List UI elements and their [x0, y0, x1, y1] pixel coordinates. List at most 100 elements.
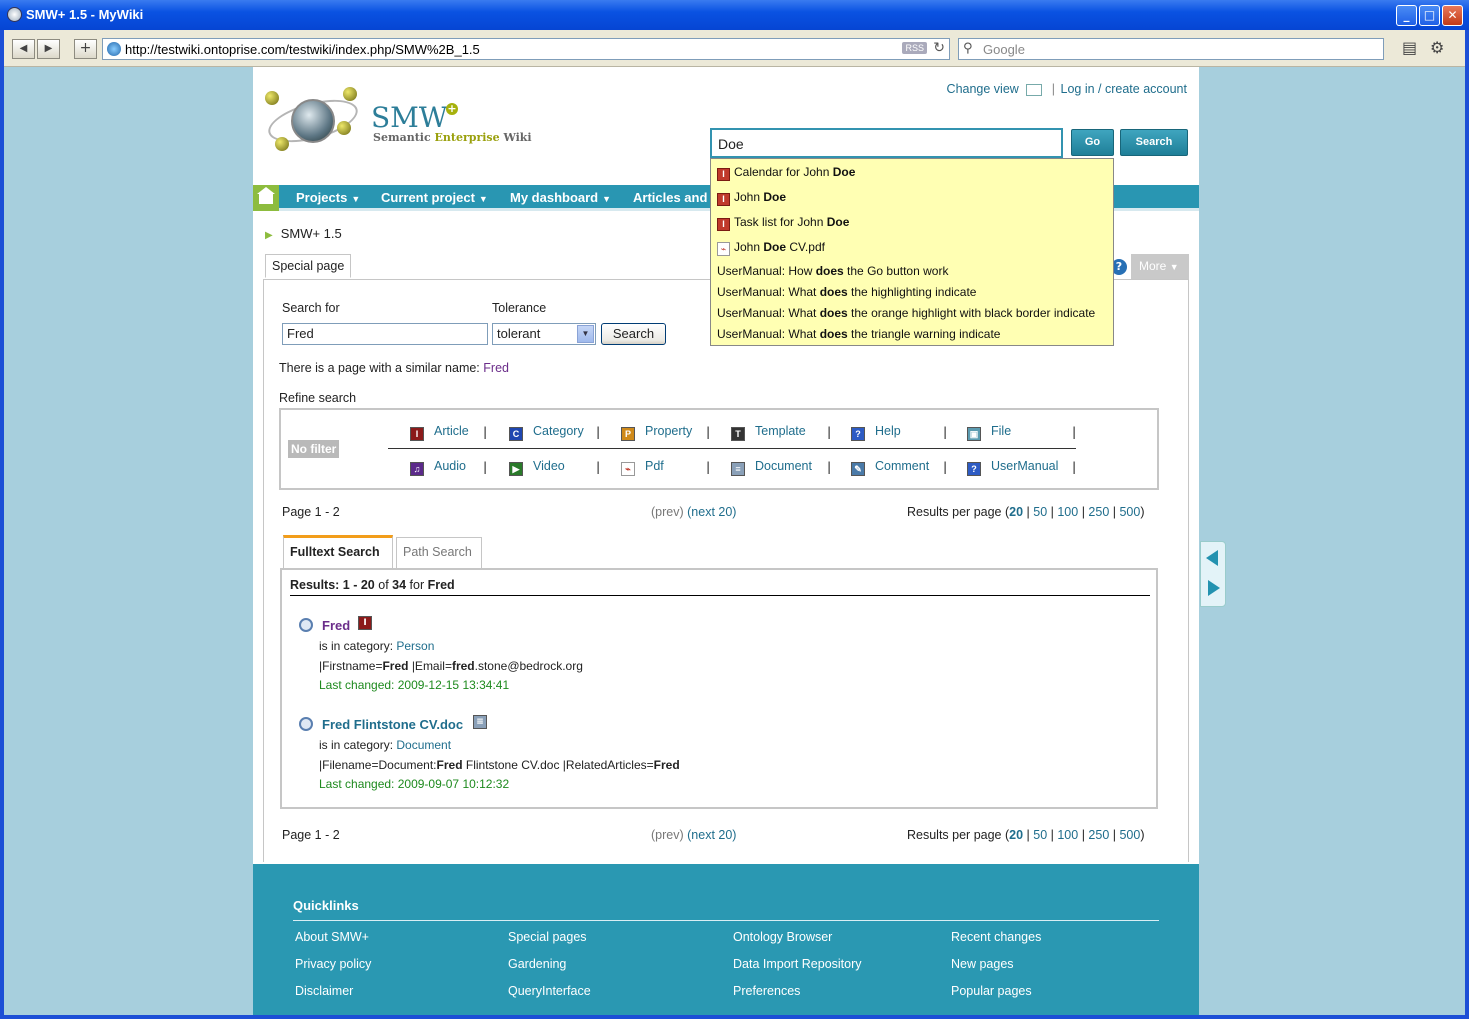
- filter-template[interactable]: T Template: [731, 424, 806, 441]
- result-title[interactable]: Fred: [322, 618, 350, 633]
- browser-search-field[interactable]: ⚲ Google: [958, 38, 1384, 60]
- ac-match: does: [819, 327, 848, 341]
- filter-video[interactable]: ▶ Video: [509, 459, 565, 476]
- close-window-button[interactable]: ✕: [1442, 5, 1463, 26]
- preview-magnifier-icon[interactable]: [299, 618, 313, 632]
- rpp-100[interactable]: 100: [1057, 828, 1078, 842]
- more-menu-button[interactable]: More ▼: [1131, 254, 1189, 279]
- arrow-right-icon[interactable]: [1208, 580, 1220, 596]
- logo-sub-enterprise: Enterprise: [434, 131, 500, 144]
- go-button[interactable]: Go: [1071, 129, 1114, 156]
- arrow-left-icon[interactable]: [1206, 550, 1218, 566]
- search-autocomplete-dropdown: I Calendar for John Doe I John Doe I Task l…: [710, 158, 1114, 346]
- footer-link[interactable]: Recent changes: [951, 930, 1041, 944]
- rpp-20[interactable]: 20: [1009, 505, 1023, 519]
- filter-article[interactable]: I Article: [410, 424, 469, 441]
- filter-usermanual[interactable]: ? UserManual: [967, 459, 1058, 476]
- autocomplete-item[interactable]: I Task list for John Doe: [717, 215, 849, 231]
- maximize-button[interactable]: □: [1419, 5, 1440, 26]
- category-link[interactable]: Person: [396, 639, 434, 653]
- change-view-link[interactable]: Change view: [947, 82, 1019, 96]
- footer-link[interactable]: Disclaimer: [295, 984, 353, 998]
- footer-link[interactable]: Preferences: [733, 984, 800, 998]
- logo-ball: [265, 91, 279, 105]
- form-search-button[interactable]: Search: [601, 323, 666, 345]
- similar-name-link[interactable]: Fred: [483, 361, 509, 375]
- tab-special-page[interactable]: Special page: [265, 254, 352, 278]
- menu-projects-label: Projects: [296, 190, 348, 205]
- filter-document[interactable]: ≡ Document: [731, 459, 812, 476]
- rpp-50[interactable]: 50: [1033, 828, 1047, 842]
- menu-projects[interactable]: Projects ▼: [296, 190, 360, 205]
- footer-link[interactable]: Data Import Repository: [733, 957, 862, 971]
- rpp-250[interactable]: 250: [1088, 505, 1109, 519]
- no-filter-button[interactable]: No filter: [288, 440, 340, 458]
- search-for-label: Search for: [282, 301, 340, 315]
- address-bar[interactable]: http://testwiki.ontoprise.com/testwiki/i…: [102, 38, 950, 60]
- logo-text: SMW: [371, 101, 448, 134]
- rpp-20[interactable]: 20: [1009, 828, 1023, 842]
- tab-fulltext-search[interactable]: Fulltext Search: [283, 535, 393, 569]
- login-link[interactable]: Log in / create account: [1061, 82, 1187, 96]
- result-title[interactable]: Fred Flintstone CV.doc: [322, 717, 463, 732]
- footer-link[interactable]: Popular pages: [951, 984, 1032, 998]
- rss-icon[interactable]: RSS: [902, 42, 927, 54]
- breadcrumb-text[interactable]: SMW+ 1.5: [281, 226, 342, 241]
- footer-link[interactable]: New pages: [951, 957, 1014, 971]
- footer-link[interactable]: Privacy policy: [295, 957, 371, 971]
- new-tab-button[interactable]: +: [74, 39, 97, 59]
- forward-button[interactable]: ▶: [37, 39, 60, 59]
- tab-path-search[interactable]: Path Search: [396, 537, 482, 569]
- rpp-500[interactable]: 500: [1119, 505, 1140, 519]
- filter-file[interactable]: ▣ File: [967, 424, 1011, 441]
- preview-magnifier-icon[interactable]: [299, 717, 313, 731]
- page-menu-icon[interactable]: ▤: [1402, 38, 1417, 57]
- filter-help[interactable]: ? Help: [851, 424, 901, 441]
- autocomplete-item[interactable]: I John Doe: [717, 190, 786, 206]
- tolerance-select[interactable]: tolerant ▼: [492, 323, 596, 345]
- menu-articles[interactable]: Articles and: [633, 190, 707, 205]
- footer-link[interactable]: About SMW+: [295, 930, 369, 944]
- smw-logo-graphic[interactable]: [263, 85, 363, 160]
- footer-link[interactable]: Ontology Browser: [733, 930, 832, 944]
- autocomplete-item[interactable]: ⌁ John Doe CV.pdf: [717, 240, 825, 256]
- wiki-search-input[interactable]: Doe: [710, 128, 1063, 158]
- menu-current-project[interactable]: Current project ▼: [381, 190, 488, 205]
- filter-audio[interactable]: ♫ Audio: [410, 459, 466, 476]
- footer-link[interactable]: Gardening: [508, 957, 566, 971]
- back-button[interactable]: ◀: [12, 39, 35, 59]
- next-link[interactable]: (next 20): [687, 828, 736, 842]
- rpp-500[interactable]: 500: [1119, 828, 1140, 842]
- filter-comment[interactable]: ✎ Comment: [851, 459, 929, 476]
- footer-link[interactable]: QueryInterface: [508, 984, 591, 998]
- autocomplete-item[interactable]: I Calendar for John Doe: [717, 165, 855, 181]
- autocomplete-item[interactable]: UserManual: How does the Go button work: [717, 264, 948, 278]
- quicklinks-title: Quicklinks: [293, 898, 359, 913]
- rpp-label: Results per page (: [907, 505, 1010, 519]
- filter-category[interactable]: C Category: [509, 424, 584, 441]
- next-link[interactable]: (next 20): [687, 505, 736, 519]
- filter-label: Pdf: [645, 459, 664, 473]
- prev-link: (prev): [651, 828, 684, 842]
- filter-separator: |: [827, 459, 832, 474]
- autocomplete-item[interactable]: UserManual: What does the triangle warni…: [717, 327, 1000, 341]
- home-icon[interactable]: [253, 185, 279, 211]
- ac-text: the Go button work: [843, 264, 949, 278]
- rpp-250[interactable]: 250: [1088, 828, 1109, 842]
- search-button[interactable]: Search: [1120, 129, 1188, 156]
- autocomplete-item[interactable]: UserManual: What does the highlighting i…: [717, 285, 976, 299]
- rpp-100[interactable]: 100: [1057, 505, 1078, 519]
- footer-link[interactable]: Special pages: [508, 930, 587, 944]
- quicklinks-divider: [293, 920, 1159, 921]
- rpp-50[interactable]: 50: [1033, 505, 1047, 519]
- filter-property[interactable]: P Property: [621, 424, 692, 441]
- menu-my-dashboard[interactable]: My dashboard ▼: [510, 190, 611, 205]
- autocomplete-item[interactable]: UserManual: What does the orange highlig…: [717, 306, 1095, 320]
- search-for-input[interactable]: Fred: [282, 323, 488, 345]
- change-view-icon[interactable]: [1026, 83, 1043, 96]
- tools-gear-icon[interactable]: ⚙: [1430, 38, 1444, 57]
- reload-icon[interactable]: ↻: [933, 40, 945, 56]
- minimize-button[interactable]: _: [1396, 5, 1417, 26]
- category-link[interactable]: Document: [396, 738, 451, 752]
- filter-pdf[interactable]: ⌁ Pdf: [621, 459, 664, 476]
